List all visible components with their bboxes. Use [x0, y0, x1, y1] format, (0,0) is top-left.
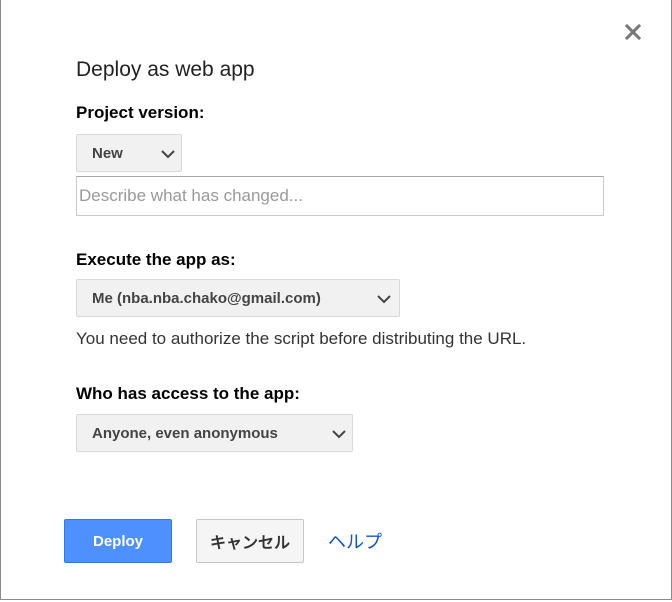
authorize-note: You need to authorize the script before …: [76, 329, 527, 348]
close-icon: [624, 23, 642, 41]
dialog-title: Deploy as web app: [76, 58, 255, 81]
access-value: Anyone, even anonymous: [92, 425, 278, 442]
help-link[interactable]: ヘルプ: [328, 528, 382, 554]
cancel-button[interactable]: キャンセル: [196, 519, 304, 563]
chevron-down-icon: [332, 429, 346, 439]
project-version-value: New: [92, 145, 123, 162]
version-description-input[interactable]: [76, 176, 604, 216]
execute-as-select[interactable]: Me (nba.nba.chako@gmail.com): [76, 279, 400, 317]
project-version-select[interactable]: New: [76, 134, 182, 172]
chevron-down-icon: [377, 294, 391, 304]
chevron-down-icon: [161, 149, 175, 159]
deploy-button[interactable]: Deploy: [64, 519, 172, 563]
access-label: Who has access to the app:: [76, 384, 300, 403]
execute-as-value: Me (nba.nba.chako@gmail.com): [92, 290, 321, 307]
execute-as-label: Execute the app as:: [76, 250, 236, 269]
deploy-dialog: Deploy as web app Project version: New E…: [0, 0, 672, 600]
access-select[interactable]: Anyone, even anonymous: [76, 414, 353, 452]
project-version-label: Project version:: [76, 103, 205, 122]
close-button[interactable]: [621, 20, 645, 44]
